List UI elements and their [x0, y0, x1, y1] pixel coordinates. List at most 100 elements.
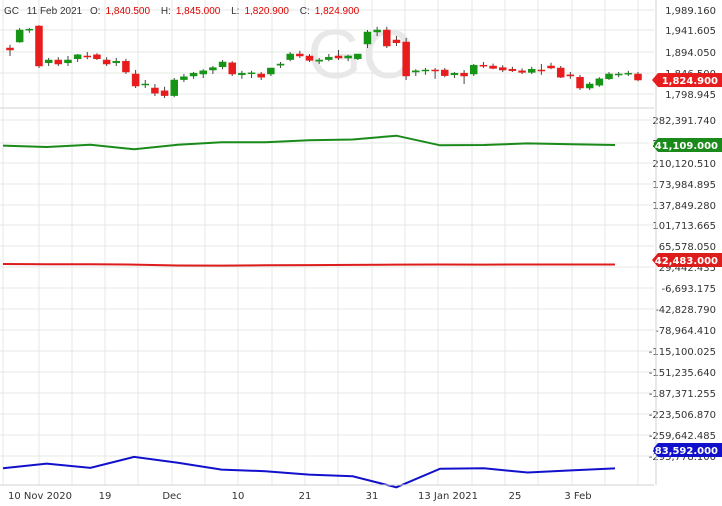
time-tick-label: 10 — [232, 491, 245, 502]
candle-body — [460, 72, 468, 77]
candle-body — [373, 29, 381, 33]
candle-body — [267, 67, 275, 75]
high-value: 1,845.000 — [175, 6, 221, 17]
candle-body — [470, 64, 478, 75]
candle-body — [209, 67, 217, 71]
candle-body — [257, 73, 265, 78]
candle-body — [25, 28, 34, 31]
candle-body — [83, 55, 92, 58]
candle-body — [392, 39, 401, 44]
price-tick-label: -259,642.485 — [649, 431, 716, 442]
high-label: H: — [160, 6, 171, 17]
candle-body — [170, 79, 178, 96]
candle-body — [151, 87, 159, 94]
candle-body — [576, 76, 584, 89]
price-tick-label: -151,235.640 — [649, 368, 716, 379]
time-tick-label: 10 Nov 2020 — [8, 491, 72, 502]
candle-body — [286, 53, 294, 60]
candle-body — [479, 64, 488, 67]
price-tick-label: 1,894.050 — [665, 48, 716, 59]
candle-body — [218, 61, 227, 68]
candle-body — [412, 70, 420, 73]
candle-body — [334, 55, 343, 59]
candle-body — [15, 29, 24, 43]
candle-body — [238, 72, 246, 76]
candle-body — [518, 70, 526, 73]
candle-body — [537, 69, 546, 72]
candle-body — [131, 73, 140, 87]
candle-body — [614, 73, 623, 76]
candle-body — [624, 72, 633, 75]
price-tick-label: -42,828.790 — [655, 305, 716, 316]
candle-body — [498, 67, 507, 71]
candle-body — [605, 73, 613, 80]
close-label: C: — [299, 6, 310, 17]
candle-body — [383, 29, 391, 47]
candle-body — [547, 65, 555, 69]
value-badge-label: 42,483.000 — [655, 256, 718, 267]
candle-body — [402, 41, 410, 77]
symbol-label: GC — [4, 6, 19, 17]
time-tick-label: 19 — [99, 491, 112, 502]
price-tick-label: 282,391.740 — [652, 116, 716, 127]
time-tick-label: 25 — [509, 491, 522, 502]
candle-body — [180, 76, 188, 80]
candle-body — [634, 73, 642, 81]
time-tick-label: 31 — [366, 491, 379, 502]
candle-body — [296, 53, 304, 57]
price-tick-label: 65,578.050 — [659, 242, 716, 253]
candle-body — [566, 74, 575, 77]
candle-body — [64, 59, 72, 64]
price-tick-label: 1,941.605 — [665, 26, 716, 37]
ohlc-header: GC 11 Feb 2021 O: 1,840.500 H: 1,845.000 L… — [4, 6, 367, 17]
candle-body — [421, 69, 430, 72]
candle-body — [354, 53, 362, 60]
price-tick-label: -6,693.175 — [661, 284, 716, 295]
price-tick-label: 173,984.895 — [652, 180, 716, 191]
candle-body — [585, 83, 594, 89]
candle-body — [122, 60, 130, 73]
low-value: 1,820.900 — [244, 6, 289, 17]
price-tick-label: 137,849.280 — [652, 201, 716, 212]
candle-body — [102, 59, 111, 65]
candle-body — [489, 65, 497, 69]
value-badge-label: -283,592.000 — [644, 446, 718, 457]
price-tick-label: 101,713.665 — [652, 221, 716, 232]
low-label: L: — [231, 6, 240, 17]
price-tick-label: 1,798.945 — [665, 90, 716, 101]
candle-body — [35, 25, 43, 67]
candle-body — [344, 55, 352, 59]
open-label: O: — [89, 6, 101, 17]
time-tick-label: 13 Jan 2021 — [418, 491, 478, 502]
price-tick-label: -78,964.410 — [655, 326, 716, 337]
price-tick-label: 210,120.510 — [652, 159, 716, 170]
candle-body — [450, 72, 459, 76]
candle-body — [160, 90, 169, 96]
price-tick-label: 1,989.160 — [665, 6, 716, 17]
candle-body — [276, 63, 285, 66]
candle-body — [305, 55, 314, 61]
candle-body — [431, 69, 439, 72]
candle-body — [556, 67, 565, 78]
date-label: 11 Feb 2021 — [26, 6, 83, 17]
price-tick-label: -187,371.255 — [649, 389, 716, 400]
candle-body — [189, 72, 198, 77]
candle-body — [6, 47, 14, 51]
time-tick-label: 3 Feb — [564, 491, 591, 502]
candle-body — [228, 62, 236, 75]
price-chart[interactable]: GC 1,989.1601,941.6051,894.0501,846.5001… — [0, 0, 722, 506]
candle-body — [44, 59, 53, 64]
candle-body — [73, 54, 82, 60]
candle-body — [325, 56, 333, 60]
value-badge-label: 241,109.000 — [648, 141, 718, 152]
candle-body — [363, 31, 372, 45]
price-tick-label: -223,506.870 — [649, 410, 716, 421]
candle-body — [93, 54, 101, 60]
price-tick-label: -115,100.025 — [649, 347, 716, 358]
open-value: 1,840.500 — [105, 6, 151, 17]
candle-body — [441, 69, 449, 76]
candle-body — [141, 83, 150, 86]
candle-body — [247, 72, 256, 75]
candle-body — [54, 59, 63, 65]
time-tick-label: 21 — [299, 491, 312, 502]
